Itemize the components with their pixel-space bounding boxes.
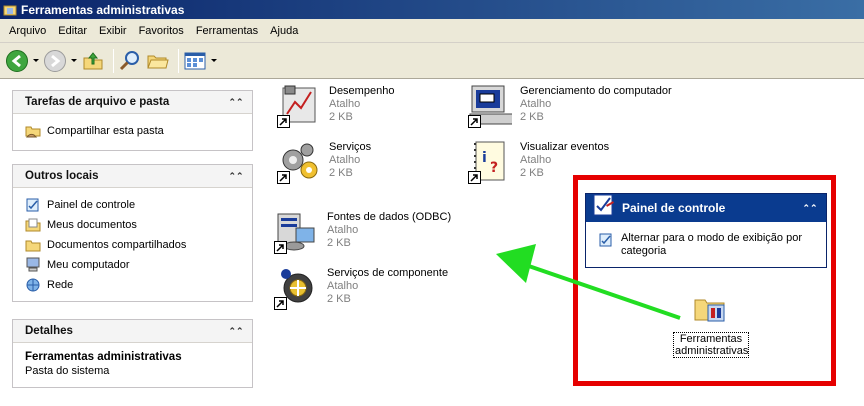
window-title: Ferramentas administrativas	[21, 2, 185, 17]
computer-management-icon	[468, 84, 515, 128]
file-type: Atalho	[327, 224, 359, 236]
file-size: 2 KB	[520, 111, 544, 123]
file-type: Atalho	[520, 98, 552, 110]
other-places-title: Outros locais	[25, 170, 99, 182]
back-icon	[6, 49, 28, 72]
control-panel-header[interactable]: Painel de controle ⌃⌃	[586, 194, 826, 222]
menu-favoritos[interactable]: Favoritos	[133, 25, 190, 37]
file-item-servicos-componente[interactable]: Serviços de componente Atalho 2 KB	[274, 266, 448, 310]
toolbar-separator	[178, 48, 179, 73]
toolbar-separator	[113, 48, 114, 73]
file-type: Atalho	[329, 154, 361, 166]
file-size: 2 KB	[329, 111, 353, 123]
task-pane: Tarefas de arquivo e pasta ⌃⌃ Compartilh…	[0, 80, 265, 406]
admin-tools-icon	[3, 5, 17, 15]
forward-button[interactable]	[43, 49, 77, 73]
file-tasks-panel: Tarefas de arquivo e pasta ⌃⌃ Compartilh…	[12, 90, 253, 151]
shortcut-arrow-icon	[274, 297, 287, 310]
up-folder-button[interactable]	[81, 49, 105, 73]
file-item-desempenho[interactable]: Desempenho Atalho 2 KB	[277, 84, 394, 128]
search-icon	[119, 50, 139, 70]
network-link[interactable]: Rede	[25, 275, 240, 295]
views-icon	[184, 52, 206, 69]
menu-arquivo[interactable]: Arquivo	[0, 25, 52, 37]
file-name: Serviços	[329, 141, 372, 153]
file-name: Desempenho	[329, 85, 395, 97]
admin-tools-folder-label[interactable]: Ferramentas administrativas	[673, 332, 749, 358]
file-item-gerenciamento[interactable]: Gerenciamento do computador Atalho 2 KB	[468, 84, 672, 128]
title-bar: Ferramentas administrativas	[0, 0, 864, 19]
svg-text:i: i	[482, 150, 487, 166]
file-type: Atalho	[327, 280, 359, 292]
switch-view-link[interactable]: Alternar para o modo de exibição por cat…	[586, 222, 826, 258]
event-viewer-icon: i ?	[468, 140, 512, 184]
menu-ajuda[interactable]: Ajuda	[264, 25, 304, 37]
control-panel-title: Painel de controle	[622, 201, 726, 215]
up-folder-icon	[83, 51, 103, 69]
collapse-icon[interactable]: ⌃⌃	[228, 168, 244, 184]
details-header[interactable]: Detalhes ⌃⌃	[13, 320, 252, 343]
menu-editar[interactable]: Editar	[52, 25, 93, 37]
svg-text:?: ?	[490, 160, 498, 176]
file-name: Fontes de dados (ODBC)	[327, 211, 452, 223]
my-documents-icon	[25, 218, 41, 232]
details-title: Detalhes	[25, 325, 73, 337]
other-places-panel: Outros locais ⌃⌃ Painel de controle Meus…	[12, 164, 253, 302]
folders-button[interactable]	[146, 49, 170, 73]
my-computer-icon	[26, 257, 40, 272]
views-button[interactable]	[183, 49, 217, 73]
file-name: Serviços de componente	[327, 267, 449, 279]
admin-tools-folder-icon	[694, 299, 725, 322]
shortcut-arrow-icon	[274, 241, 287, 254]
network-icon	[26, 278, 40, 292]
component-services-icon	[274, 266, 318, 310]
collapse-icon[interactable]: ⌃⌃	[228, 323, 244, 339]
switch-view-icon	[599, 233, 612, 247]
control-panel-icon	[593, 194, 614, 216]
menu-bar: Arquivo Editar Exibir Favoritos Ferramen…	[0, 19, 864, 43]
menu-ferramentas[interactable]: Ferramentas	[190, 25, 264, 37]
file-item-odbc[interactable]: Fontes de dados (ODBC) Atalho 2 KB	[274, 210, 451, 254]
control-panel-link[interactable]: Painel de controle	[25, 195, 240, 215]
my-computer-link[interactable]: Meu computador	[25, 255, 240, 275]
file-size: 2 KB	[327, 237, 351, 249]
shared-documents-link[interactable]: Documentos compartilhados	[25, 235, 240, 255]
search-button[interactable]	[118, 49, 142, 73]
share-folder-link[interactable]: Compartilhar esta pasta	[25, 121, 240, 141]
file-name: Gerenciamento do computador	[520, 85, 672, 97]
share-folder-icon	[25, 126, 41, 138]
other-places-header[interactable]: Outros locais ⌃⌃	[13, 165, 252, 188]
file-size: 2 KB	[329, 167, 353, 179]
services-icon	[277, 140, 321, 184]
details-type: Pasta do sistema	[25, 365, 110, 377]
file-tasks-title: Tarefas de arquivo e pasta	[25, 96, 170, 108]
forward-icon	[44, 49, 66, 72]
collapse-icon[interactable]: ⌃⌃	[228, 94, 244, 110]
toolbar	[0, 43, 864, 79]
shortcut-arrow-icon	[277, 171, 290, 184]
collapse-icon[interactable]: ⌃⌃	[802, 200, 818, 216]
my-documents-link[interactable]: Meus documentos	[25, 215, 240, 235]
file-tasks-header[interactable]: Tarefas de arquivo e pasta ⌃⌃	[13, 91, 252, 114]
shortcut-arrow-icon	[277, 115, 290, 128]
shared-documents-icon	[25, 240, 41, 252]
shortcut-arrow-icon	[468, 171, 481, 184]
back-button[interactable]	[5, 49, 39, 73]
file-size: 2 KB	[327, 293, 351, 305]
performance-icon	[277, 84, 321, 128]
file-type: Atalho	[520, 154, 552, 166]
details-name: Ferramentas administrativas	[25, 351, 182, 363]
control-panel-task-panel: Painel de controle ⌃⌃ Alternar para o mo…	[585, 193, 827, 268]
file-item-servicos[interactable]: Serviços Atalho 2 KB	[277, 140, 371, 184]
folders-icon	[147, 55, 169, 68]
details-panel: Detalhes ⌃⌃ Ferramentas administrativas …	[12, 319, 253, 388]
control-panel-icon	[26, 198, 39, 212]
file-name: Visualizar eventos	[520, 141, 610, 153]
shortcut-arrow-icon	[468, 115, 481, 128]
odbc-icon	[274, 210, 318, 254]
file-type: Atalho	[329, 98, 361, 110]
menu-exibir[interactable]: Exibir	[93, 25, 133, 37]
